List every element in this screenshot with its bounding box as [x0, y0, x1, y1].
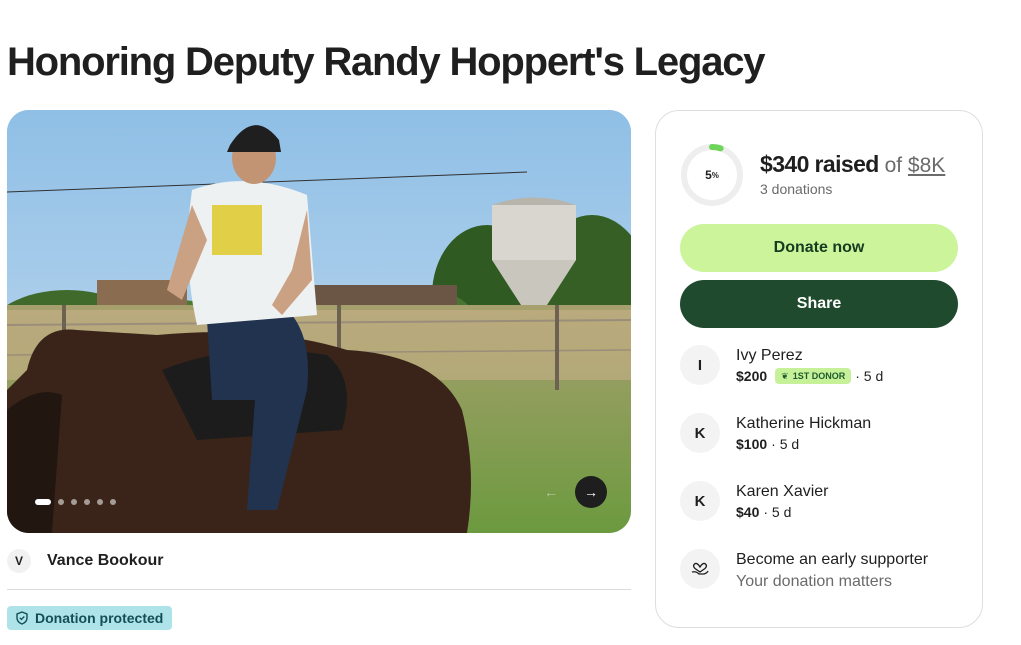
share-button[interactable]: Share [680, 280, 958, 328]
donor-item: K Katherine Hickman $100 · 5 d [680, 413, 871, 453]
donation-protected-badge[interactable]: Donation protected [7, 606, 173, 630]
donor-name: Katherine Hickman [736, 415, 872, 432]
donor-time: · 5 d [855, 368, 884, 384]
heart-hand-icon [680, 549, 720, 589]
early-supporter-subtitle: Your donation matters [736, 573, 892, 590]
raised-amount: $340 raised [760, 151, 879, 177]
donation-count: 3 donations [760, 181, 833, 197]
avatar: K [680, 413, 720, 453]
donor-name: Karen Xavier [736, 483, 829, 500]
donor-item: K Karen Xavier $40 · 5 d [680, 481, 829, 521]
amount-raised: $340 raised of $8K [760, 151, 945, 178]
donor-amount: $100 [736, 436, 768, 452]
donor-amount: $200 [736, 368, 768, 384]
carousel-dot[interactable] [84, 499, 90, 505]
avatar: V [7, 549, 31, 573]
donor-time: · 5 d [771, 436, 800, 452]
early-supporter-title: Become an early supporter [736, 551, 929, 568]
avatar: I [680, 345, 720, 385]
organizer[interactable]: V Vance Bookour [7, 549, 163, 573]
hero-photo-carousel[interactable]: ← → [7, 110, 631, 533]
donor-amount: $40 [736, 504, 760, 520]
donate-now-button[interactable]: Donate now [680, 224, 958, 272]
goal-amount[interactable]: $8K [908, 154, 945, 177]
avatar: K [680, 481, 720, 521]
donation-card: 5% $340 raised of $8K 3 donations Donate… [655, 110, 983, 628]
donor-item: I Ivy Perez $200 ❦ 1ST DONOR · 5 d [680, 345, 883, 385]
carousel-dot[interactable] [58, 499, 64, 505]
donor-time: · 5 d [763, 504, 792, 520]
organizer-name[interactable]: Vance Bookour [47, 552, 163, 570]
first-donor-badge: ❦ 1ST DONOR [775, 368, 852, 384]
progress-percent: 5% [705, 168, 719, 182]
hero-photo [7, 110, 631, 533]
leaf-icon: ❦ [781, 370, 789, 381]
donor-name: Ivy Perez [736, 347, 803, 364]
arrow-right-icon[interactable]: → [575, 476, 607, 508]
carousel-dot[interactable] [71, 499, 77, 505]
early-supporter[interactable]: Become an early supporter Your donation … [680, 549, 928, 591]
divider [7, 589, 631, 590]
raised-of: of [878, 154, 908, 177]
arrow-left-icon[interactable]: ← [535, 476, 567, 508]
carousel-dot-active[interactable] [35, 499, 51, 505]
carousel-dots [35, 499, 116, 505]
shield-icon [16, 611, 28, 625]
badge-label: Donation protected [35, 610, 164, 626]
carousel-dot[interactable] [97, 499, 103, 505]
carousel-dot[interactable] [110, 499, 116, 505]
page-title: Honoring Deputy Randy Hoppert's Legacy [7, 40, 766, 84]
